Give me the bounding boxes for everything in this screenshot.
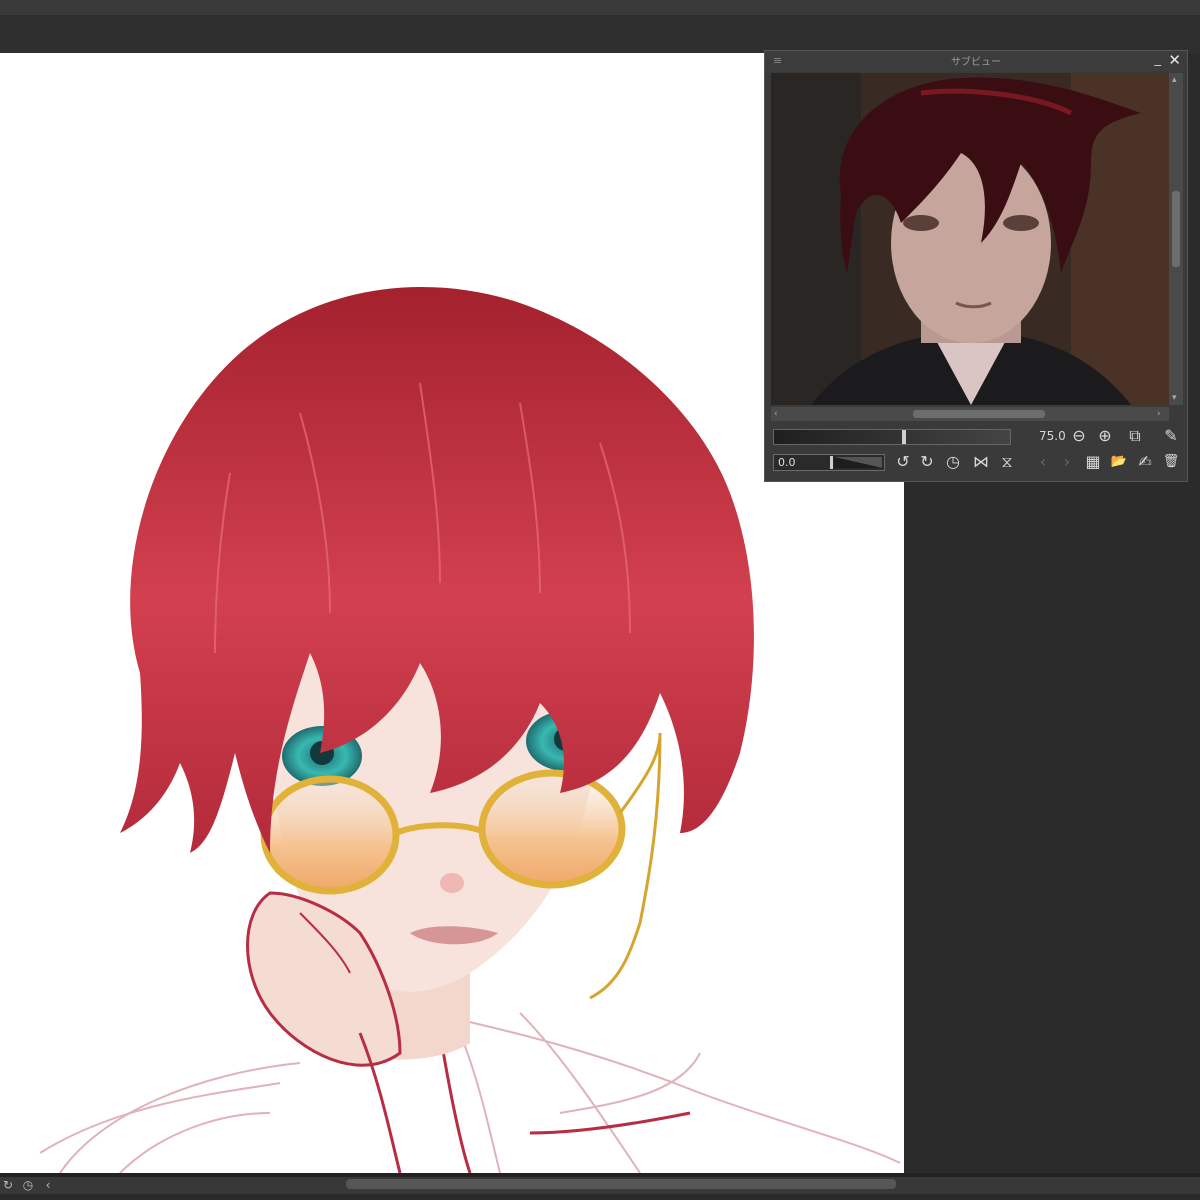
- delete-icon[interactable]: 🗑: [1161, 453, 1181, 473]
- fit-to-window-icon[interactable]: ⧉: [1125, 427, 1145, 447]
- zoom-slider[interactable]: [773, 429, 1011, 445]
- flip-horizontal-icon[interactable]: ⋈: [971, 453, 991, 473]
- reference-photo-drawing: [771, 73, 1169, 405]
- minimize-button[interactable]: _: [1155, 52, 1162, 67]
- sub-view-titlebar[interactable]: ≡ サブビュー _ ✕: [765, 51, 1187, 71]
- status-bar-divider: [0, 1173, 1200, 1177]
- vertical-scrollbar[interactable]: ▴ ▾: [1169, 73, 1183, 405]
- rotate-canvas-icon[interactable]: ↻: [0, 1177, 16, 1193]
- open-file-icon[interactable]: 📂: [1109, 453, 1129, 473]
- rotation-slider-handle[interactable]: [830, 456, 833, 469]
- window-bottom-edge: [0, 1194, 1200, 1200]
- scroll-left-icon[interactable]: ‹: [774, 409, 778, 419]
- status-bar: ↻ ◷ ‹: [0, 1173, 1200, 1200]
- reset-rotation-icon[interactable]: ◷: [943, 453, 963, 473]
- grid-view-icon[interactable]: ▦: [1083, 453, 1103, 473]
- rotation-ramp: [834, 457, 882, 468]
- horizontal-scrollbar[interactable]: ‹ ›: [771, 407, 1169, 421]
- zoom-in-icon[interactable]: ⊕: [1095, 427, 1115, 447]
- command-bar: [0, 15, 1200, 53]
- edit-icon[interactable]: ✍: [1135, 453, 1155, 473]
- close-button[interactable]: ✕: [1168, 51, 1181, 69]
- rotation-slider[interactable]: 0.0: [773, 454, 885, 471]
- canvas-horizontal-scroll-thumb[interactable]: [346, 1179, 896, 1189]
- scroll-down-icon[interactable]: ▾: [1172, 393, 1177, 403]
- eyedropper-icon[interactable]: ✎: [1161, 427, 1181, 447]
- zoom-slider-handle[interactable]: [902, 430, 906, 444]
- sub-view-panel[interactable]: ≡ サブビュー _ ✕ ▴ ▾ ‹ › 75.0 ⊖ ⊕ ⧉ ✎ 0.0 ↺ ↻…: [764, 50, 1188, 482]
- scroll-up-icon[interactable]: ▴: [1172, 75, 1177, 85]
- zoom-value: 75.0: [1039, 429, 1066, 443]
- zoom-out-icon[interactable]: ⊖: [1069, 427, 1089, 447]
- sub-view-title: サブビュー: [951, 57, 1001, 68]
- rotation-value: 0.0: [778, 456, 796, 469]
- flip-vertical-icon[interactable]: ⧖: [997, 453, 1017, 473]
- next-image-icon[interactable]: ›: [1057, 453, 1077, 473]
- rotate-right-icon[interactable]: ↻: [917, 453, 937, 473]
- reset-canvas-icon[interactable]: ◷: [20, 1177, 36, 1193]
- scroll-right-icon[interactable]: ›: [1157, 409, 1161, 419]
- previous-image-icon[interactable]: ‹: [1033, 453, 1053, 473]
- rotate-left-icon[interactable]: ↺: [893, 453, 913, 473]
- vertical-scroll-thumb[interactable]: [1172, 191, 1180, 267]
- menu-bar: [0, 0, 1200, 15]
- horizontal-scroll-thumb[interactable]: [913, 410, 1045, 418]
- scroll-left-icon[interactable]: ‹: [40, 1177, 56, 1193]
- reference-image[interactable]: [771, 73, 1169, 405]
